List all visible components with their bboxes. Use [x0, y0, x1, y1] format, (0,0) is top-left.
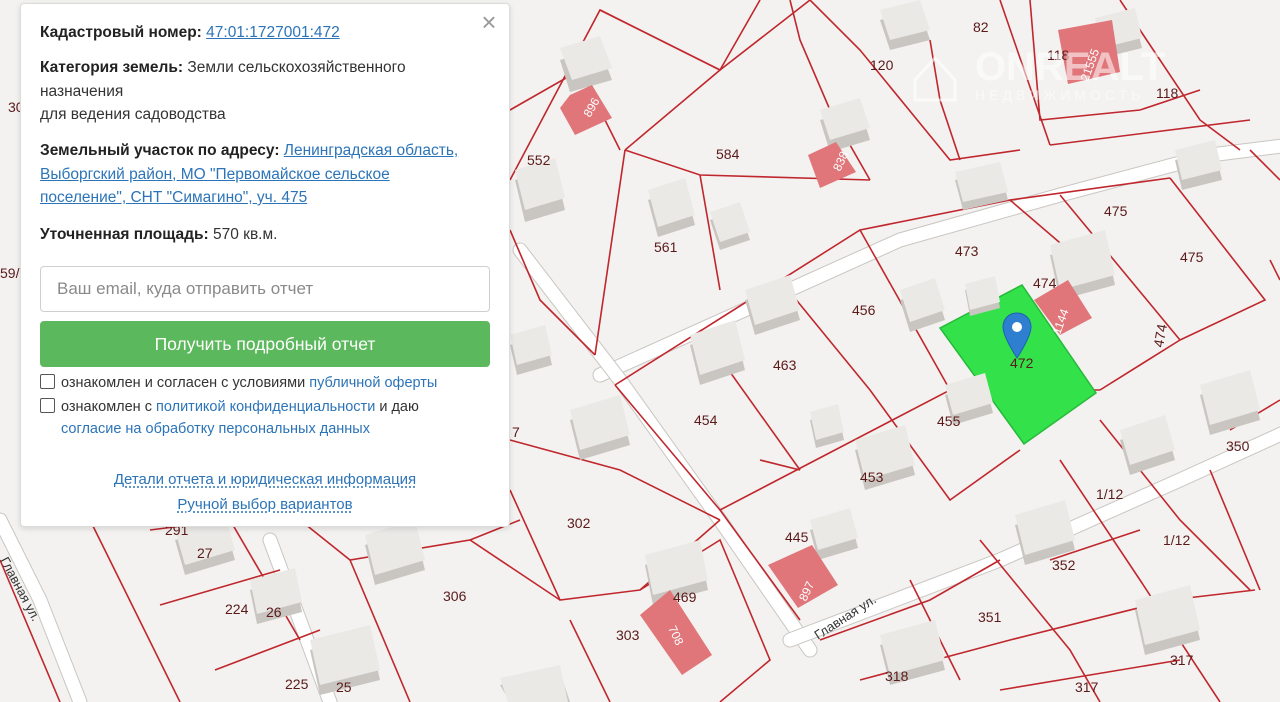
cadastral-number-link[interactable]: 47:01:1727001:472 — [206, 24, 340, 41]
building — [1200, 370, 1260, 435]
privacy-link[interactable]: политикой конфиденциальности — [156, 399, 375, 415]
building — [1135, 585, 1200, 655]
svg-text:НЕДВИЖИМОСТЬ: НЕДВИЖИМОСТЬ — [975, 87, 1144, 103]
building — [810, 404, 844, 448]
offer-checkbox[interactable] — [40, 374, 55, 389]
category-row: Категория земель: Земли сельскохозяйстве… — [40, 56, 470, 127]
building — [710, 202, 750, 250]
svg-text:352: 352 — [1052, 557, 1076, 573]
email-field-wrap — [40, 266, 490, 312]
cadastral-row: Кадастровый номер: 47:01:1727001:472 — [40, 21, 470, 45]
svg-text:59/: 59/ — [0, 265, 20, 281]
svg-text:318: 318 — [885, 668, 909, 684]
building — [810, 508, 858, 560]
address-label: Земельный участок по адресу: — [40, 142, 280, 159]
svg-text:474: 474 — [1150, 323, 1170, 349]
svg-text:445: 445 — [785, 529, 809, 545]
svg-text:454: 454 — [694, 412, 718, 428]
area-label: Уточненная площадь: — [40, 226, 209, 243]
owned-building-896: 896 — [560, 85, 612, 135]
svg-text:317: 317 — [1075, 679, 1099, 695]
building — [365, 520, 425, 585]
owned-building-838: 838 — [808, 142, 856, 188]
building — [560, 36, 612, 92]
building — [1120, 415, 1175, 475]
svg-text:303: 303 — [616, 627, 640, 643]
svg-text:463: 463 — [773, 357, 797, 373]
privacy-text: ознакомлен с — [61, 399, 152, 415]
svg-text:224: 224 — [225, 601, 249, 617]
svg-text:584: 584 — [716, 146, 740, 162]
svg-text:7: 7 — [512, 424, 520, 440]
svg-text:25: 25 — [336, 679, 352, 695]
privacy-consent: ознакомлен с политикой конфиденциальност… — [40, 396, 490, 440]
building — [900, 278, 945, 332]
close-icon[interactable]: × — [479, 9, 499, 35]
area-value: 570 кв.м. — [213, 226, 278, 243]
category-label: Категория земель: — [40, 59, 184, 76]
building — [745, 275, 800, 335]
manual-link-row: Ручной выбор вариантов — [21, 496, 509, 513]
svg-text:27: 27 — [197, 545, 213, 561]
svg-text:552: 552 — [527, 152, 551, 168]
svg-text:350: 350 — [1226, 438, 1250, 454]
svg-text:473: 473 — [955, 243, 979, 259]
building — [880, 0, 930, 50]
parcel-info-panel: × Кадастровый номер: 47:01:1727001:472 К… — [20, 3, 510, 527]
svg-text:120: 120 — [870, 57, 894, 73]
get-report-button[interactable]: Получить подробный отчет — [40, 321, 490, 367]
privacy-text-2: и даю — [379, 399, 419, 415]
offer-consent: ознакомлен и согласен с условиями публич… — [40, 372, 490, 394]
offer-text: ознакомлен и согласен с условиями — [61, 375, 306, 391]
watermark: ONREALT НЕДВИЖИМОСТЬ — [913, 45, 1165, 103]
privacy-checkbox[interactable] — [40, 398, 55, 413]
svg-text:453: 453 — [860, 469, 884, 485]
details-link[interactable]: Детали отчета и юридическая информация — [114, 471, 416, 488]
address-row: Земельный участок по адресу: Ленинградск… — [40, 139, 470, 210]
building — [570, 395, 630, 460]
manual-select-link[interactable]: Ручной выбор вариантов — [177, 496, 352, 513]
svg-text:225: 225 — [285, 676, 309, 692]
building — [510, 325, 552, 375]
svg-text:302: 302 — [567, 515, 591, 531]
svg-text:1/12: 1/12 — [1096, 486, 1123, 502]
svg-text:26: 26 — [266, 604, 282, 620]
svg-text:351: 351 — [978, 609, 1002, 625]
svg-text:82: 82 — [973, 19, 989, 35]
area-row: Уточненная площадь: 570 кв.м. — [40, 223, 470, 247]
svg-text:561: 561 — [654, 239, 678, 255]
cadastral-label: Кадастровый номер: — [40, 24, 202, 41]
details-link-row: Детали отчета и юридическая информация — [21, 471, 509, 488]
email-field[interactable] — [41, 267, 489, 311]
building — [1175, 140, 1222, 190]
svg-text:ONREALT: ONREALT — [975, 45, 1165, 89]
svg-text:475: 475 — [1180, 249, 1204, 265]
svg-text:455: 455 — [937, 413, 961, 429]
svg-text:456: 456 — [852, 302, 876, 318]
building — [500, 665, 570, 702]
svg-text:475: 475 — [1104, 203, 1128, 219]
svg-text:474: 474 — [1033, 275, 1057, 291]
svg-text:317: 317 — [1170, 652, 1194, 668]
offer-link[interactable]: публичной оферты — [309, 375, 437, 391]
building — [648, 178, 695, 237]
svg-text:306: 306 — [443, 588, 467, 604]
svg-text:469: 469 — [673, 589, 697, 605]
consent-link[interactable]: согласие на обработку персональных данны… — [61, 421, 370, 437]
location-pin-icon[interactable] — [1002, 312, 1032, 360]
category-use: для ведения садоводства — [40, 106, 226, 123]
svg-text:1/12: 1/12 — [1163, 532, 1190, 548]
